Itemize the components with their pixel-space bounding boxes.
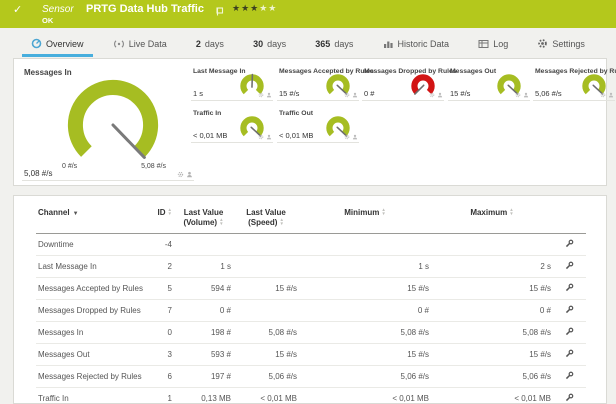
tab-30-days[interactable]: 30 days [250, 30, 289, 57]
star-filled-icon[interactable]: ★★★ [232, 3, 259, 13]
user-icon[interactable] [266, 92, 272, 98]
flag-icon[interactable] [216, 3, 224, 21]
table-row: Last Message In 2 1 s 1 s 2 s [36, 256, 586, 278]
gear-icon[interactable] [344, 134, 350, 140]
gauge-title: Messages In [24, 68, 72, 77]
wrench-icon[interactable] [565, 393, 574, 402]
tab-2-days[interactable]: 2 days [193, 30, 227, 57]
channel-table: Channel▼ ID▲▼ Last Value(Volume)▲▼ Last … [36, 205, 586, 404]
historic-data-icon [383, 39, 394, 49]
wrench-icon[interactable] [565, 239, 574, 248]
wrench-icon[interactable] [565, 283, 574, 292]
user-icon[interactable] [608, 92, 614, 98]
gauge-scale: 0 #/s 5,08 #/s [62, 163, 166, 170]
table-row: Messages In 0 198 # 5,08 #/s 5,08 #/s 5,… [36, 322, 586, 344]
sort-icon: ▲▼ [509, 208, 513, 215]
sensor-kind-label: Sensor [42, 4, 74, 15]
col-header-last-value-volume[interactable]: Last Value(Volume)▲▼ [174, 205, 233, 234]
wrench-icon[interactable] [565, 305, 574, 314]
col-header-actions [553, 205, 586, 234]
wrench-icon[interactable] [565, 371, 574, 380]
tab-log[interactable]: Log [475, 30, 511, 57]
channel-name: Messages Out [36, 344, 138, 366]
gear-icon[interactable] [344, 92, 350, 98]
wrench-icon[interactable] [565, 349, 574, 358]
col-header-minimum[interactable]: Minimum▲▼ [299, 205, 431, 234]
live-data-icon [113, 39, 125, 49]
status-badge: OK [42, 16, 53, 25]
page-title: PRTG Data Hub Traffic [86, 3, 204, 15]
table-row: Messages Rejected by Rules 6 197 # 5,06 … [36, 366, 586, 388]
gear-icon[interactable] [177, 171, 184, 178]
tab-live-data[interactable]: Live Data [110, 30, 170, 57]
status-check-icon: ✓ [13, 3, 22, 16]
user-icon[interactable] [352, 92, 358, 98]
channel-name: Traffic In [36, 388, 138, 404]
sort-icon: ▲▼ [219, 218, 223, 225]
sensor-header-bar: ✓ Sensor PRTG Data Hub Traffic ★★★★★ OK [0, 0, 616, 28]
channel-name: Downtime [36, 234, 138, 256]
table-row: Traffic In 1 0,13 MB < 0,01 MB < 0,01 MB… [36, 388, 586, 404]
overview-icon [31, 38, 42, 49]
table-row: Messages Accepted by Rules 5 594 # 15 #/… [36, 278, 586, 300]
channel-table-panel: Channel▼ ID▲▼ Last Value(Volume)▲▼ Last … [13, 195, 607, 404]
user-icon[interactable] [437, 92, 443, 98]
user-icon[interactable] [186, 171, 193, 178]
gauge-scale-min: 0 #/s [62, 163, 77, 170]
user-icon[interactable] [352, 134, 358, 140]
tab-365-days[interactable]: 365 days [312, 30, 356, 57]
tab-historic-data[interactable]: Historic Data [380, 30, 453, 57]
log-icon [478, 39, 489, 49]
channel-name: Messages In [36, 322, 138, 344]
gauge-cell-messages-dropped: Messages Dropped by Rules 0 # [362, 65, 444, 101]
channel-name: Messages Rejected by Rules [36, 366, 138, 388]
gear-icon[interactable] [600, 92, 606, 98]
user-icon[interactable] [266, 134, 272, 140]
settings-icon [537, 38, 548, 49]
gauge-cell-traffic-out: Traffic Out < 0,01 MB [277, 107, 359, 143]
gear-icon[interactable] [258, 92, 264, 98]
gauge-value: 5,08 #/s [24, 169, 52, 178]
channel-name: Messages Dropped by Rules [36, 300, 138, 322]
gauges-panel: Messages In 0 #/s 5,08 #/s 5,08 #/s Last… [13, 58, 607, 186]
gear-icon[interactable] [258, 134, 264, 140]
gauge-cell-messages-out: Messages Out 15 #/s [448, 65, 530, 101]
table-row: Messages Out 3 593 # 15 #/s 15 #/s 15 #/… [36, 344, 586, 366]
gauge-cell-traffic-in: Traffic In < 0,01 MB [191, 107, 273, 143]
channel-name: Last Message In [36, 256, 138, 278]
table-row: Downtime -4 [36, 234, 586, 256]
sort-icon: ▲▼ [279, 218, 283, 225]
wrench-icon[interactable] [565, 327, 574, 336]
gauge-cell-last-message-in: Last Message In 1 s [191, 65, 273, 101]
col-header-channel[interactable]: Channel▼ [36, 205, 138, 234]
gauge-scale-max: 5,08 #/s [141, 163, 166, 170]
tab-settings[interactable]: Settings [534, 30, 588, 57]
sort-icon: ▲▼ [168, 208, 172, 215]
tab-overview[interactable]: Overview [28, 30, 87, 57]
messages-in-gauge [66, 78, 160, 172]
sort-desc-icon: ▼ [73, 211, 79, 217]
sort-icon: ▲▼ [381, 208, 385, 215]
priority-stars[interactable]: ★★★★★ [232, 3, 277, 14]
gear-icon[interactable] [429, 92, 435, 98]
wrench-icon[interactable] [565, 261, 574, 270]
gear-icon[interactable] [515, 92, 521, 98]
user-icon[interactable] [523, 92, 529, 98]
gauge-cell-messages-accepted: Messages Accepted by Rules 15 #/s [277, 65, 359, 101]
col-header-maximum[interactable]: Maximum▲▼ [431, 205, 553, 234]
table-row: Messages Dropped by Rules 7 0 # 0 # 0 # [36, 300, 586, 322]
col-header-last-value-speed[interactable]: Last Value(Speed)▲▼ [233, 205, 299, 234]
gauge-cell-messages-in: Messages In 0 #/s 5,08 #/s 5,08 #/s [22, 65, 194, 181]
star-empty-icon[interactable]: ★★ [259, 3, 277, 13]
gauge-cell-messages-rejected: Messages Rejected by Rules 5,06 #/s [533, 65, 615, 101]
col-header-id[interactable]: ID▲▼ [138, 205, 174, 234]
channel-name: Messages Accepted by Rules [36, 278, 138, 300]
tab-bar: Overview Live Data 2 days 30 days 365 da… [0, 30, 616, 57]
